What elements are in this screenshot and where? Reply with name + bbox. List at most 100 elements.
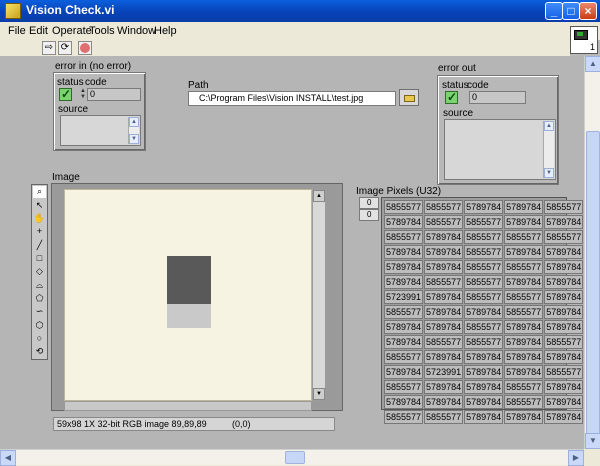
pixel-cell[interactable]: 5789784 — [384, 320, 424, 334]
menu-file[interactable]: File — [8, 25, 26, 37]
pixel-cell[interactable]: 5789784 — [544, 245, 584, 259]
pixel-cell[interactable]: 5789784 — [544, 380, 584, 394]
scroll-down-icon[interactable]: ▼ — [544, 168, 554, 178]
pixel-cell[interactable]: 5789784 — [464, 380, 504, 394]
pixel-cell[interactable]: 5789784 — [384, 275, 424, 289]
rectangle-tool-icon[interactable]: □ — [33, 253, 46, 265]
pixel-cell[interactable]: 5789784 — [464, 365, 504, 379]
point-tool-icon[interactable]: + — [33, 226, 46, 238]
pixel-cell[interactable]: 5789784 — [544, 320, 584, 334]
pixel-cell[interactable]: 5723991 — [384, 290, 424, 304]
col-index-field[interactable]: 0 — [359, 209, 379, 221]
window-vertical-scrollbar[interactable]: ▲ ▼ — [584, 56, 600, 449]
pixel-cell[interactable]: 5855577 — [504, 290, 544, 304]
pixel-cell[interactable]: 5789784 — [544, 260, 584, 274]
menu-help[interactable]: Help — [154, 25, 177, 37]
pixel-cell[interactable]: 5789784 — [504, 410, 544, 424]
polygon-tool-icon[interactable]: ⬠ — [33, 293, 46, 305]
pixel-cell[interactable]: 5789784 — [544, 305, 584, 319]
pixel-cell[interactable]: 5855577 — [424, 275, 464, 289]
pixel-cell[interactable]: 5789784 — [504, 200, 544, 214]
horizontal-scroll-thumb[interactable] — [285, 451, 305, 464]
menu-operate[interactable]: Operate — [52, 25, 92, 37]
pixel-cell[interactable]: 5789784 — [424, 320, 464, 334]
pixel-cell[interactable]: 5855577 — [464, 260, 504, 274]
pixel-cell[interactable]: 5855577 — [464, 245, 504, 259]
pixel-cell[interactable]: 5855577 — [424, 215, 464, 229]
annulus-tool-icon[interactable]: ⌓ — [33, 280, 46, 292]
pixel-cell[interactable]: 5789784 — [424, 290, 464, 304]
pixel-cell[interactable]: 5789784 — [424, 260, 464, 274]
pixel-cell[interactable]: 5855577 — [384, 410, 424, 424]
error-in-source-field[interactable]: ▲ ▼ — [60, 115, 141, 146]
pixel-cell[interactable]: 5789784 — [424, 395, 464, 409]
pixel-cell[interactable]: 5855577 — [464, 290, 504, 304]
path-field[interactable]: C:\Program Files\Vision INSTALL\test.jpg — [188, 91, 396, 106]
error-in-source-scrollbar[interactable]: ▲ ▼ — [128, 117, 139, 144]
pixel-cell[interactable]: 5855577 — [464, 320, 504, 334]
pixel-cell[interactable]: 5789784 — [544, 395, 584, 409]
freehand-tool-icon[interactable]: ∽ — [33, 306, 46, 318]
pixel-cell[interactable]: 5855577 — [384, 380, 424, 394]
pixel-cell[interactable]: 5789784 — [424, 230, 464, 244]
pixel-cell[interactable]: 5855577 — [464, 335, 504, 349]
error-in-status-checkbox[interactable] — [59, 87, 72, 101]
scroll-up-icon[interactable]: ▲ — [129, 117, 139, 127]
pixel-cell[interactable]: 5855577 — [424, 410, 464, 424]
window-horizontal-scrollbar[interactable]: ◀ ▶ — [0, 449, 584, 466]
pixel-cell[interactable]: 5789784 — [504, 335, 544, 349]
close-button[interactable]: × — [579, 2, 597, 20]
pixel-cell[interactable]: 5855577 — [464, 275, 504, 289]
abort-icon[interactable] — [78, 41, 92, 55]
vertical-scroll-thumb[interactable] — [586, 131, 600, 436]
pixel-cell[interactable]: 5789784 — [464, 200, 504, 214]
pixel-cell[interactable]: 5723991 — [424, 365, 464, 379]
pixel-cell[interactable]: 5855577 — [464, 230, 504, 244]
error-in-code-spinner[interactable]: ▲ ▼ — [79, 88, 87, 101]
rotated-rectangle-tool-icon[interactable]: ◇ — [33, 266, 46, 278]
pixel-cell[interactable]: 5855577 — [424, 200, 464, 214]
pixel-cell[interactable]: 5789784 — [424, 350, 464, 364]
broken-line-tool-icon[interactable]: ⟲ — [33, 346, 46, 358]
minimize-button[interactable]: _ — [545, 2, 563, 20]
pixel-cell[interactable]: 5855577 — [384, 305, 424, 319]
pixel-cell[interactable]: 5855577 — [544, 230, 584, 244]
pixel-cell[interactable]: 5789784 — [464, 410, 504, 424]
pixel-cell[interactable]: 5789784 — [464, 305, 504, 319]
scroll-left-icon[interactable]: ◀ — [0, 450, 16, 466]
oval-tool-icon[interactable]: ○ — [33, 333, 46, 345]
pixel-cell[interactable]: 5789784 — [464, 395, 504, 409]
pixel-cell[interactable]: 5855577 — [384, 230, 424, 244]
menu-tools[interactable]: Tools — [89, 25, 115, 37]
freehand-region-tool-icon[interactable]: ⬡ — [33, 320, 46, 332]
pixel-cell[interactable]: 5855577 — [544, 335, 584, 349]
selection-tool-icon[interactable]: ↖ — [33, 200, 46, 212]
row-index-field[interactable]: 0 — [359, 197, 379, 209]
vi-icon[interactable]: 1 — [570, 26, 598, 54]
maximize-button[interactable]: □ — [562, 2, 580, 20]
pixel-cell[interactable]: 5855577 — [384, 200, 424, 214]
image-vertical-scrollbar[interactable]: ▲ ▼ — [312, 189, 326, 401]
pixel-cell[interactable]: 5855577 — [544, 365, 584, 379]
image-horizontal-scrollbar[interactable] — [64, 401, 312, 411]
scroll-up-icon[interactable]: ▲ — [544, 121, 554, 131]
pixel-cell[interactable]: 5789784 — [384, 395, 424, 409]
pixel-cell[interactable]: 5855577 — [544, 200, 584, 214]
pixel-cell[interactable]: 5789784 — [544, 275, 584, 289]
pixel-cell[interactable]: 5789784 — [384, 245, 424, 259]
error-out-source-scrollbar[interactable]: ▲ ▼ — [543, 121, 554, 178]
scroll-down-icon[interactable]: ▼ — [313, 388, 325, 400]
menu-window[interactable]: Window — [117, 25, 156, 37]
pixel-cell[interactable]: 5789784 — [544, 350, 584, 364]
pixel-cell[interactable]: 5789784 — [544, 215, 584, 229]
pixel-cell[interactable]: 5789784 — [384, 215, 424, 229]
pixel-cell[interactable]: 5789784 — [424, 305, 464, 319]
pixel-cell[interactable]: 5789784 — [384, 365, 424, 379]
pixel-cell[interactable]: 5789784 — [504, 320, 544, 334]
run-continuously-icon[interactable]: ⟳ — [58, 41, 72, 55]
pixel-cell[interactable]: 5855577 — [504, 305, 544, 319]
error-in-code-field[interactable]: 0 — [87, 88, 141, 101]
pixel-cell[interactable]: 5789784 — [504, 215, 544, 229]
pixel-cell[interactable]: 5789784 — [504, 245, 544, 259]
pixel-cell[interactable]: 5789784 — [504, 350, 544, 364]
